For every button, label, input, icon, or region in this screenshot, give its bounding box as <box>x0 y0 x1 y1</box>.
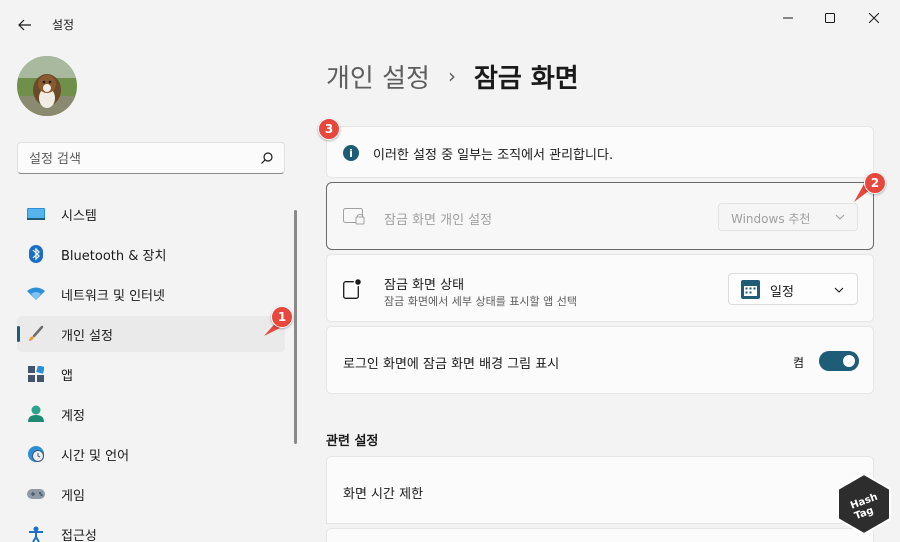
sidebar-item-label: 게임 <box>61 488 85 504</box>
login-background-toggle[interactable] <box>819 351 859 371</box>
managed-info-banner: i 이러한 설정 중 일부는 조직에서 관리합니다. <box>326 126 874 178</box>
related-settings-next-row[interactable] <box>326 528 874 542</box>
sidebar-item-label: 시간 및 언어 <box>61 448 130 464</box>
sidebar-item-accessibility[interactable]: 접근성 <box>17 516 285 542</box>
breadcrumb: 개인 설정 › 잠금 화면 <box>326 56 579 96</box>
sidebar-item-system[interactable]: 시스템 <box>17 196 285 232</box>
sidebar-item-label: 시스템 <box>61 208 97 224</box>
login-background-row: 로그인 화면에 잠금 화면 배경 그림 표시 켬 <box>326 326 874 394</box>
close-icon <box>869 13 879 23</box>
apps-icon <box>27 365 45 383</box>
sidebar-item-time-language[interactable]: 시간 및 언어 <box>17 436 285 472</box>
search-input[interactable] <box>29 149 249 169</box>
paintbrush-icon <box>27 325 45 343</box>
close-button[interactable] <box>857 6 891 30</box>
lock-screen-status-description: 잠금 화면에서 세부 상태를 표시할 앱 선택 <box>384 295 578 308</box>
search-box[interactable] <box>17 142 285 174</box>
breadcrumb-separator: › <box>447 64 456 88</box>
sidebar-item-label: 접근성 <box>61 528 97 542</box>
gamepad-icon <box>27 485 45 503</box>
minimize-button[interactable] <box>771 6 805 30</box>
maximize-button[interactable] <box>813 6 847 30</box>
sidebar-item-network[interactable]: 네트워크 및 인터넷 <box>17 276 285 312</box>
lock-screen-status-row: 잠금 화면 상태 잠금 화면에서 세부 상태를 표시할 앱 선택 일정 <box>326 254 874 322</box>
account-icon <box>27 405 45 423</box>
related-settings-title: 관련 설정 <box>326 434 379 449</box>
bluetooth-icon <box>27 245 45 263</box>
sidebar-item-label: 네트워크 및 인터넷 <box>61 288 165 304</box>
active-indicator <box>17 326 20 342</box>
lock-screen-icon <box>343 208 365 225</box>
sidebar-item-label: 개인 설정 <box>61 328 113 344</box>
info-text: 이러한 설정 중 일부는 조직에서 관리합니다. <box>373 148 614 163</box>
minimize-icon <box>783 17 793 19</box>
clock-globe-icon <box>27 445 45 463</box>
system-display-icon <box>27 205 45 223</box>
callout-marker-2: 2 <box>864 172 886 194</box>
app-title: 설정 <box>52 18 75 32</box>
sidebar-item-label: 계정 <box>61 408 85 424</box>
back-button[interactable] <box>12 12 38 38</box>
page-title: 잠금 화면 <box>473 63 579 94</box>
sidebar-item-gaming[interactable]: 게임 <box>17 476 285 512</box>
lock-screen-personalize-select[interactable]: Windows 추천 <box>718 203 858 231</box>
lock-status-icon <box>343 278 363 299</box>
toggle-knob <box>843 355 855 367</box>
callout-marker-1: 1 <box>271 306 293 328</box>
chevron-down-icon <box>835 214 845 220</box>
select-value: 일정 <box>770 285 794 300</box>
chevron-down-icon <box>834 287 844 293</box>
callout-marker-3: 3 <box>318 118 340 140</box>
screen-timeout-label: 화면 시간 제한 <box>343 487 424 502</box>
hashtag-watermark-logo: Hash Tag <box>837 472 891 536</box>
calendar-icon <box>741 280 760 299</box>
sidebar-item-accounts[interactable]: 계정 <box>17 396 285 432</box>
sidebar-item-bluetooth[interactable]: Bluetooth & 장치 <box>17 236 285 272</box>
sidebar-item-personalization[interactable]: 개인 설정 <box>17 316 285 352</box>
accessibility-icon <box>27 525 45 542</box>
sidebar-item-label: Bluetooth & 장치 <box>61 248 167 264</box>
user-avatar[interactable] <box>17 56 77 116</box>
lock-screen-status-select[interactable]: 일정 <box>728 273 858 305</box>
maximize-icon <box>825 13 835 23</box>
wifi-icon <box>27 285 45 303</box>
lock-screen-personalize-row: 잠금 화면 개인 설정 Windows 추천 <box>326 182 874 250</box>
screen-timeout-row[interactable]: 화면 시간 제한 <box>326 456 874 524</box>
sidebar-nav: 시스템 Bluetooth & 장치 네트워크 및 인터넷 개인 설정 앱 계정 <box>17 196 285 542</box>
select-value: Windows 추천 <box>731 212 811 226</box>
login-background-label: 로그인 화면에 잠금 화면 배경 그림 표시 <box>343 357 560 372</box>
search-icon[interactable] <box>260 151 274 165</box>
sidebar-item-apps[interactable]: 앱 <box>17 356 285 392</box>
sidebar-item-label: 앱 <box>61 368 73 384</box>
toggle-state-label: 켬 <box>793 356 805 370</box>
back-arrow-icon <box>18 19 31 31</box>
breadcrumb-parent[interactable]: 개인 설정 <box>326 58 430 95</box>
lock-screen-personalize-label: 잠금 화면 개인 설정 <box>384 213 493 228</box>
title-bar: 설정 <box>0 0 900 48</box>
lock-screen-status-label: 잠금 화면 상태 <box>384 278 465 293</box>
